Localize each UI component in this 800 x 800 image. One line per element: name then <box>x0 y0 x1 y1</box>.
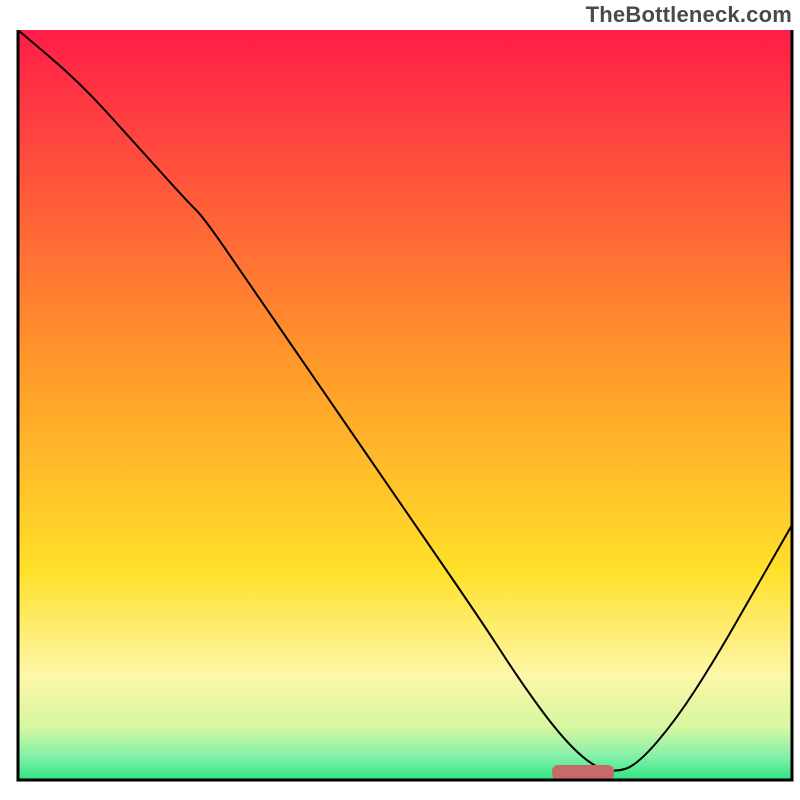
site-watermark: TheBottleneck.com <box>586 2 792 28</box>
chart-container: TheBottleneck.com <box>0 0 800 800</box>
chart-svg <box>0 0 800 800</box>
highlight-marker <box>552 765 614 780</box>
